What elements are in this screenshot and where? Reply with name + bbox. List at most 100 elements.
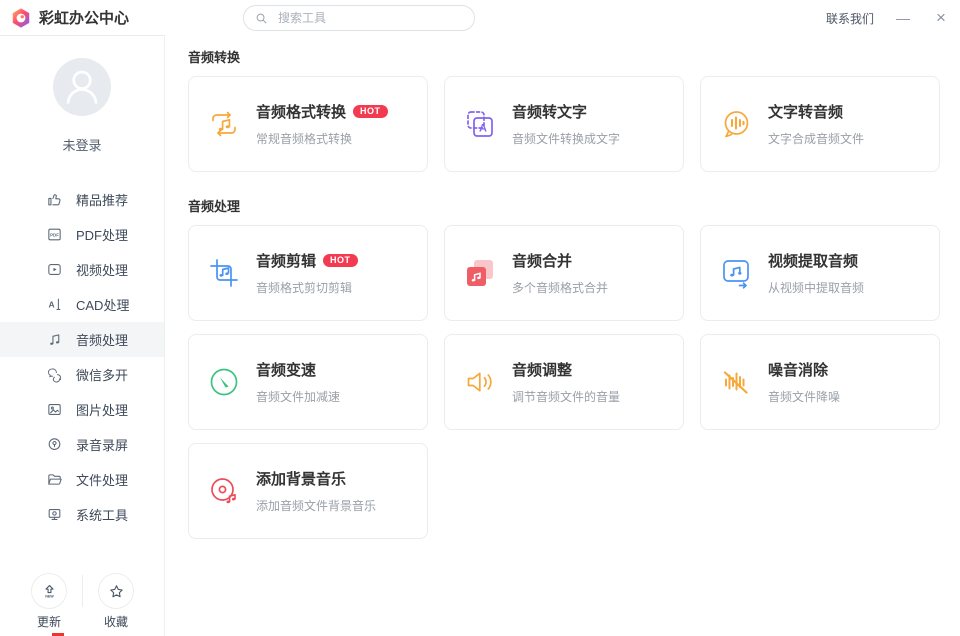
search-input[interactable] bbox=[276, 10, 464, 26]
card-text: 音频调整 调节音频文件的音量 bbox=[512, 359, 620, 405]
sidebar-item-label: 视频处理 bbox=[76, 260, 128, 279]
card-subtitle: 文字合成音频文件 bbox=[768, 130, 864, 147]
sidebar-item-pdf[interactable]: PDF PDF处理 bbox=[0, 217, 164, 252]
noise-icon bbox=[718, 364, 754, 400]
hot-badge: HOT bbox=[353, 105, 388, 118]
card-title: 视频提取音频 bbox=[768, 250, 858, 271]
tool-card-format-convert[interactable]: 音频格式转换 HOT 常规音频格式转换 bbox=[188, 76, 428, 172]
sidebar-item-record[interactable]: 录音录屏 bbox=[0, 427, 164, 462]
card-title: 噪音消除 bbox=[768, 359, 828, 380]
wechat-icon bbox=[46, 366, 63, 383]
audio-icon bbox=[46, 331, 63, 348]
main-content: 音频转换 音频格式转换 HOT 常规音频格式转换 A 音频转文字 音频文件转换成… bbox=[166, 36, 960, 636]
audio-to-text-icon: A bbox=[462, 106, 498, 142]
sidebar-item-audio[interactable]: 音频处理 bbox=[0, 322, 164, 357]
sidebar-item-video[interactable]: 视频处理 bbox=[0, 252, 164, 287]
app-title: 彩虹办公中心 bbox=[39, 7, 129, 28]
star-button[interactable]: 收藏 bbox=[85, 573, 147, 630]
card-subtitle: 从视频中提取音频 bbox=[768, 279, 864, 296]
update-button[interactable]: NEW 更新 bbox=[18, 573, 80, 630]
sidebar: 未登录 精品推荐 PDF PDF处理 视频处理 A CAD处理 音频处理 微信多… bbox=[0, 36, 165, 636]
card-subtitle: 添加音频文件背景音乐 bbox=[256, 497, 376, 514]
tool-card-speed[interactable]: 音频变速 音频文件加减速 bbox=[188, 334, 428, 430]
hot-badge: HOT bbox=[323, 254, 358, 267]
card-text: 音频合并 多个音频格式合并 bbox=[512, 250, 608, 296]
card-subtitle: 常规音频格式转换 bbox=[256, 130, 388, 147]
svg-text:PDF: PDF bbox=[50, 232, 59, 237]
contact-us-link[interactable]: 联系我们 bbox=[826, 10, 874, 27]
sidebar-item-featured[interactable]: 精品推荐 bbox=[0, 182, 164, 217]
sidebar-item-label: CAD处理 bbox=[76, 295, 129, 314]
card-text: 添加背景音乐 添加音频文件背景音乐 bbox=[256, 468, 376, 514]
search-icon bbox=[254, 11, 269, 26]
pdf-icon: PDF bbox=[46, 226, 63, 243]
card-title: 音频变速 bbox=[256, 359, 316, 380]
star-icon bbox=[98, 573, 134, 609]
card-subtitle: 音频文件降噪 bbox=[768, 388, 840, 405]
search-box[interactable] bbox=[243, 5, 475, 31]
text-to-audio-icon bbox=[718, 106, 754, 142]
sidebar-item-label: 音频处理 bbox=[76, 330, 128, 349]
title-bar: 彩虹办公中心 联系我们 — × bbox=[0, 0, 960, 36]
footer-button-label: 收藏 bbox=[85, 613, 147, 630]
sidebar-item-label: PDF处理 bbox=[76, 225, 128, 244]
account-area: 未登录 bbox=[0, 36, 164, 154]
svg-text:A: A bbox=[479, 123, 487, 135]
sidebar-menu: 精品推荐 PDF PDF处理 视频处理 A CAD处理 音频处理 微信多开 图片… bbox=[0, 182, 164, 532]
video-extract-icon bbox=[718, 255, 754, 291]
card-title: 音频格式转换 bbox=[256, 101, 346, 122]
sidebar-item-label: 文件处理 bbox=[76, 470, 128, 489]
sidebar-item-wechat[interactable]: 微信多开 bbox=[0, 357, 164, 392]
card-subtitle: 音频文件转换成文字 bbox=[512, 130, 620, 147]
card-text: 噪音消除 音频文件降噪 bbox=[768, 359, 840, 405]
section-1: 音频处理 音频剪辑 HOT 音频格式剪切剪辑 音频合并 多个音频格式合并 bbox=[188, 199, 940, 539]
sidebar-item-system[interactable]: 系统工具 bbox=[0, 497, 164, 532]
card-text: 音频变速 音频文件加减速 bbox=[256, 359, 340, 405]
sidebar-item-label: 图片处理 bbox=[76, 400, 128, 419]
file-icon bbox=[46, 471, 63, 488]
sidebar-item-image[interactable]: 图片处理 bbox=[0, 392, 164, 427]
sidebar-footer: NEW 更新 收藏 bbox=[0, 573, 165, 630]
tool-card-video-extract[interactable]: 视频提取音频 从视频中提取音频 bbox=[700, 225, 940, 321]
card-text: 音频转文字 音频文件转换成文字 bbox=[512, 101, 620, 147]
app-logo-icon bbox=[10, 7, 32, 29]
tool-card-volume[interactable]: 音频调整 调节音频文件的音量 bbox=[444, 334, 684, 430]
tool-card-audio-merge[interactable]: 音频合并 多个音频格式合并 bbox=[444, 225, 684, 321]
svg-text:NEW: NEW bbox=[45, 594, 54, 598]
tool-card-text-to-audio[interactable]: 文字转音频 文字合成音频文件 bbox=[700, 76, 940, 172]
card-title: 音频剪辑 bbox=[256, 250, 316, 271]
card-text: 音频格式转换 HOT 常规音频格式转换 bbox=[256, 101, 388, 147]
window-controls: 联系我们 — × bbox=[826, 0, 950, 36]
tool-card-audio-cut[interactable]: 音频剪辑 HOT 音频格式剪切剪辑 bbox=[188, 225, 428, 321]
card-title: 添加背景音乐 bbox=[256, 468, 346, 489]
footer-divider bbox=[82, 575, 83, 607]
login-status[interactable]: 未登录 bbox=[0, 135, 164, 154]
audio-merge-icon bbox=[462, 255, 498, 291]
volume-icon bbox=[462, 364, 498, 400]
card-grid: 音频剪辑 HOT 音频格式剪切剪辑 音频合并 多个音频格式合并 视频提取音 bbox=[188, 225, 940, 539]
sidebar-item-label: 系统工具 bbox=[76, 505, 128, 524]
sidebar-item-file[interactable]: 文件处理 bbox=[0, 462, 164, 497]
minimize-button[interactable]: — bbox=[894, 0, 912, 36]
cad-icon: A bbox=[46, 296, 63, 313]
logo-area: 彩虹办公中心 bbox=[0, 0, 165, 36]
sidebar-item-cad[interactable]: A CAD处理 bbox=[0, 287, 164, 322]
format-convert-icon bbox=[206, 106, 242, 142]
card-subtitle: 音频格式剪切剪辑 bbox=[256, 279, 358, 296]
sidebar-item-label: 微信多开 bbox=[76, 365, 128, 384]
card-text: 音频剪辑 HOT 音频格式剪切剪辑 bbox=[256, 250, 358, 296]
avatar[interactable] bbox=[53, 58, 111, 116]
tool-card-audio-to-text[interactable]: A 音频转文字 音频文件转换成文字 bbox=[444, 76, 684, 172]
card-subtitle: 音频文件加减速 bbox=[256, 388, 340, 405]
card-subtitle: 调节音频文件的音量 bbox=[512, 388, 620, 405]
video-icon bbox=[46, 261, 63, 278]
tool-card-bgm[interactable]: 添加背景音乐 添加音频文件背景音乐 bbox=[188, 443, 428, 539]
card-subtitle: 多个音频格式合并 bbox=[512, 279, 608, 296]
bgm-icon bbox=[206, 473, 242, 509]
section-title: 音频转换 bbox=[188, 50, 940, 66]
section-title: 音频处理 bbox=[188, 199, 940, 215]
featured-icon bbox=[46, 191, 63, 208]
card-title: 音频转文字 bbox=[512, 101, 587, 122]
tool-card-noise[interactable]: 噪音消除 音频文件降噪 bbox=[700, 334, 940, 430]
close-button[interactable]: × bbox=[932, 0, 950, 36]
